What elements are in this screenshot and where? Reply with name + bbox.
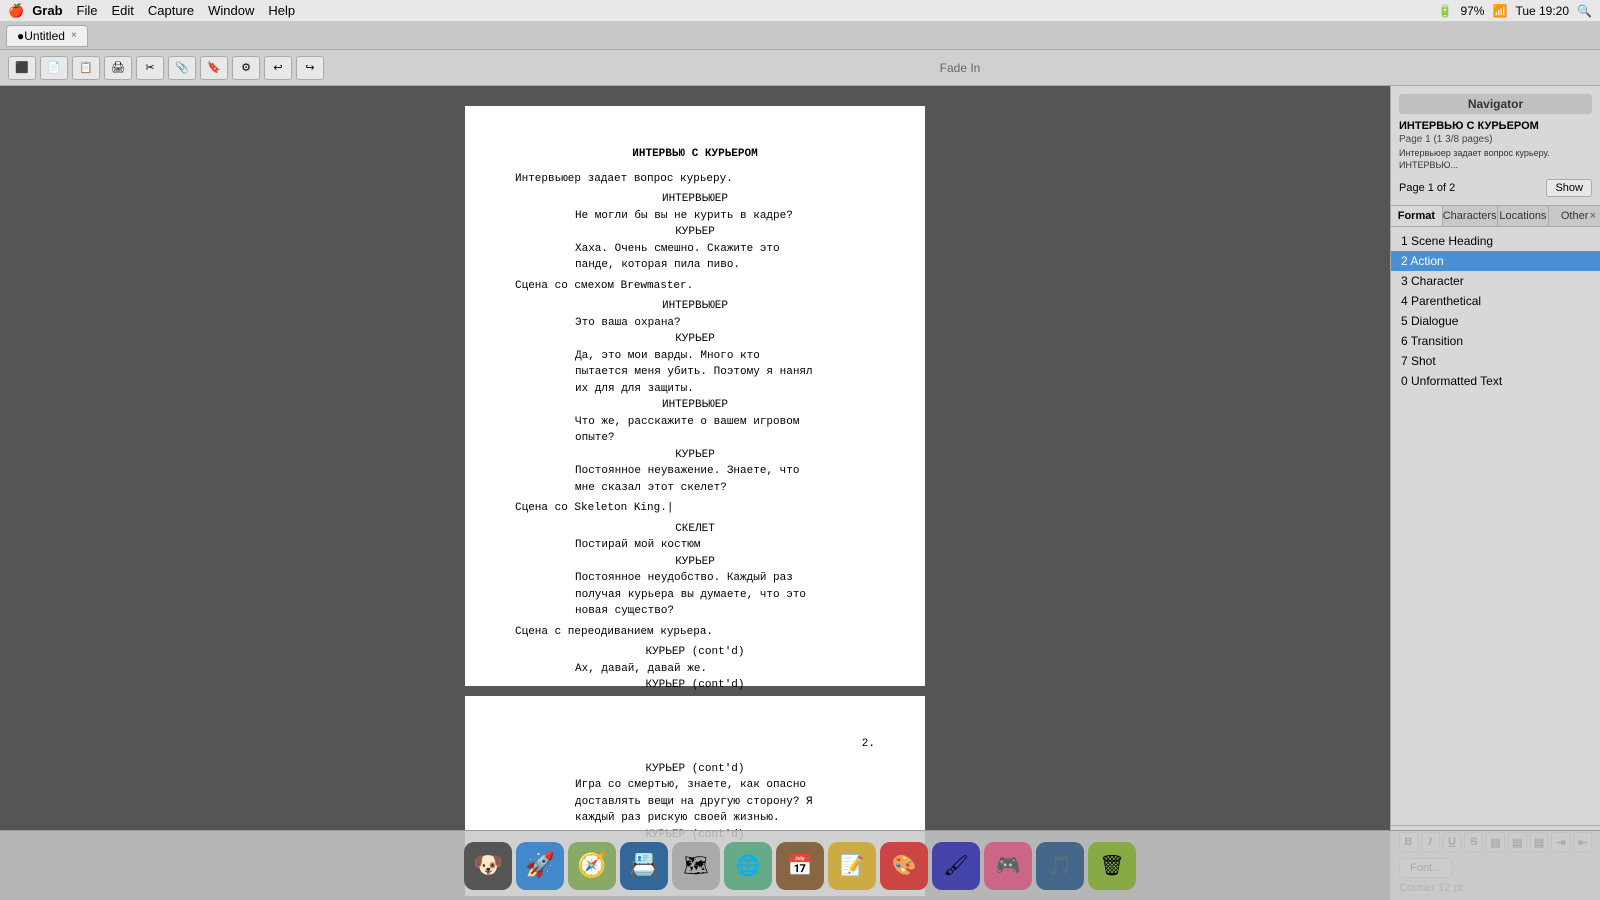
toolbar-btn-1[interactable]: ⬛: [8, 56, 36, 80]
tab-close-btn[interactable]: ×: [71, 30, 77, 41]
format-tabs: Format Characters Locations Other: [1391, 206, 1600, 227]
search-icon[interactable]: 🔍: [1577, 4, 1592, 18]
toolbar: ⬛ 📄 📋 🖨 ✂ 📎 🔖 ⚙ ↩ ↪ Fade In: [0, 50, 1600, 86]
dock-launchpad[interactable]: 🚀: [516, 842, 564, 890]
tabbar: ●Untitled ×: [0, 22, 1600, 50]
dock-app-4[interactable]: 🎨: [880, 842, 928, 890]
dock-app-3[interactable]: 📝: [828, 842, 876, 890]
format-character[interactable]: 3 Character: [1391, 271, 1600, 291]
dialogue-1: Не могли бы вы не курить в кадре?: [575, 208, 815, 225]
clock: Tue 19:20: [1515, 4, 1569, 18]
right-panel: Navigator ИНТЕРВЬЮ С КУРЬЕРОМ Page 1 (1 …: [1390, 86, 1600, 900]
dialogue-4: Да, это мои варды. Много ктопытается мен…: [575, 348, 815, 398]
show-button[interactable]: Show: [1546, 179, 1592, 197]
navigator-page-indicator: Page 1 of 2 Show: [1399, 179, 1592, 197]
app-name[interactable]: Grab: [32, 3, 62, 18]
char-interviewer-3: ИНТЕРВЬЮЕР: [515, 397, 875, 414]
format-action[interactable]: 2 Action: [1391, 251, 1600, 271]
apple-icon: 🍎: [8, 3, 24, 19]
toolbar-btn-3[interactable]: 📋: [72, 56, 100, 80]
dock: 🐶 🚀 🧭 📇 🗺 🌐 📅 📝 🎨 🖌 🎮 🎵 🗑: [0, 830, 1600, 900]
dialogue-7: Постирай мой костюм: [575, 537, 815, 554]
tab-untitled[interactable]: ●Untitled ×: [6, 25, 88, 47]
char-interviewer-2: ИНТЕРВЬЮЕР: [515, 298, 875, 315]
dialogue-6: Постоянное неуважение. Знаете, чтомне ск…: [575, 463, 815, 496]
panel-close-btn[interactable]: ×: [1590, 210, 1596, 222]
dialogue-5: Что же, расскажите о вашем игровомопыте?: [575, 414, 815, 447]
dock-app-5[interactable]: 🖌: [932, 842, 980, 890]
tab-label: ●Untitled: [17, 29, 65, 43]
char-courier-contd-1: КУРЬЕР (cont'd): [515, 644, 875, 661]
navigator-title: ИНТЕРВЬЮ С КУРЬЕРОМ: [1399, 120, 1592, 132]
toolbar-btn-9[interactable]: ↩: [264, 56, 292, 80]
script-area[interactable]: ИНТЕРВЬЮ С КУРЬЕРОМ Интервьюер задает во…: [0, 86, 1390, 900]
action-line-4: Сцена с переодиванием курьера.: [515, 624, 875, 641]
battery-icon: 🔋: [1438, 4, 1453, 18]
menu-edit[interactable]: Edit: [111, 3, 133, 18]
battery-percent: 97%: [1460, 4, 1484, 18]
menu-file[interactable]: File: [77, 3, 98, 18]
format-transition[interactable]: 6 Transition: [1391, 331, 1600, 351]
dock-contacts[interactable]: 📇: [620, 842, 668, 890]
dialogue-8: Постоянное неудобство. Каждый разполучая…: [575, 570, 815, 620]
char-courier-4: КУРЬЕР: [515, 554, 875, 571]
toolbar-btn-8[interactable]: ⚙: [232, 56, 260, 80]
dialogue-9: Ах, давай, давай же.: [575, 661, 815, 678]
toolbar-btn-6[interactable]: 📎: [168, 56, 196, 80]
format-dialogue[interactable]: 5 Dialogue: [1391, 311, 1600, 331]
navigator-preview: Интервьюер задает вопрос курьеру. ИНТЕРВ…: [1399, 148, 1592, 171]
dock-app-6[interactable]: 🎮: [984, 842, 1032, 890]
format-list: 1 Scene Heading 2 Action 3 Character 4 P…: [1391, 227, 1600, 825]
tab-format[interactable]: Format: [1391, 206, 1443, 226]
action-line-1: Интервьюер задает вопрос курьеру.: [515, 171, 875, 188]
format-unformatted[interactable]: 0 Unformatted Text: [1391, 371, 1600, 391]
navigator-section: Navigator ИНТЕРВЬЮ С КУРЬЕРОМ Page 1 (1 …: [1391, 86, 1600, 206]
script-page-1: ИНТЕРВЬЮ С КУРЬЕРОМ Интервьюер задает во…: [465, 106, 925, 686]
char-courier-contd-2: КУРЬЕР (cont'd): [515, 677, 875, 694]
page-number-2: 2.: [515, 736, 875, 753]
menubar: 🍎 Grab File Edit Capture Window Help 🔋 9…: [0, 0, 1600, 22]
dock-app-2[interactable]: 📅: [776, 842, 824, 890]
dock-app-7[interactable]: 🎵: [1036, 842, 1084, 890]
dock-finder[interactable]: 🐶: [464, 842, 512, 890]
char-courier-2: КУРЬЕР: [515, 331, 875, 348]
toolbar-btn-2[interactable]: 📄: [40, 56, 68, 80]
navigator-header: Navigator: [1399, 94, 1592, 114]
action-line-2: Сцена со смехом Brewmaster.: [515, 278, 875, 295]
main-area: ИНТЕРВЬЮ С КУРЬЕРОМ Интервьюер задает во…: [0, 86, 1600, 900]
format-parenthetical[interactable]: 4 Parenthetical: [1391, 291, 1600, 311]
char-courier-3: КУРЬЕР: [515, 447, 875, 464]
action-line-3: Сцена со Skeleton King.|: [515, 500, 875, 517]
navigator-page-info: Page 1 (1 3/8 pages): [1399, 134, 1592, 145]
dialogue-2: Хаха. Очень смешно. Скажите этопанде, ко…: [575, 241, 815, 274]
dock-app-1[interactable]: 🌐: [724, 842, 772, 890]
dialogue-11: Игра со смертью, знаете, как опаснодоста…: [575, 777, 815, 827]
dialogue-3: Это ваша охрана?: [575, 315, 815, 332]
toolbar-btn-10[interactable]: ↪: [296, 56, 324, 80]
tab-locations[interactable]: Locations: [1498, 206, 1550, 226]
char-skeleton: СКЕЛЕТ: [515, 521, 875, 538]
menu-help[interactable]: Help: [268, 3, 295, 18]
dock-safari[interactable]: 🧭: [568, 842, 616, 890]
menu-window[interactable]: Window: [208, 3, 254, 18]
script-title: ИНТЕРВЬЮ С КУРЬЕРОМ: [515, 146, 875, 163]
char-interviewer-1: ИНТЕРВЬЮЕР: [515, 191, 875, 208]
toolbar-btn-4[interactable]: 🖨: [104, 56, 132, 80]
format-scene-heading[interactable]: 1 Scene Heading: [1391, 231, 1600, 251]
toolbar-btn-5[interactable]: ✂: [136, 56, 164, 80]
toolbar-center-label: Fade In: [328, 61, 1592, 75]
menu-capture[interactable]: Capture: [148, 3, 194, 18]
format-section: × Format Characters Locations Other 1 Sc…: [1391, 206, 1600, 900]
toolbar-btn-7[interactable]: 🔖: [200, 56, 228, 80]
page-of-total: Page 1 of 2: [1399, 182, 1455, 194]
wifi-icon: 📶: [1492, 4, 1507, 18]
dock-maps[interactable]: 🗺: [672, 842, 720, 890]
tab-characters[interactable]: Characters: [1443, 206, 1498, 226]
char-courier-contd-3: КУРЬЕР (cont'd): [515, 761, 875, 778]
char-courier-1: КУРЬЕР: [515, 224, 875, 241]
format-shot[interactable]: 7 Shot: [1391, 351, 1600, 371]
dock-trash[interactable]: 🗑: [1088, 842, 1136, 890]
menubar-right: 🔋 97% 📶 Tue 19:20 🔍: [1438, 4, 1593, 18]
